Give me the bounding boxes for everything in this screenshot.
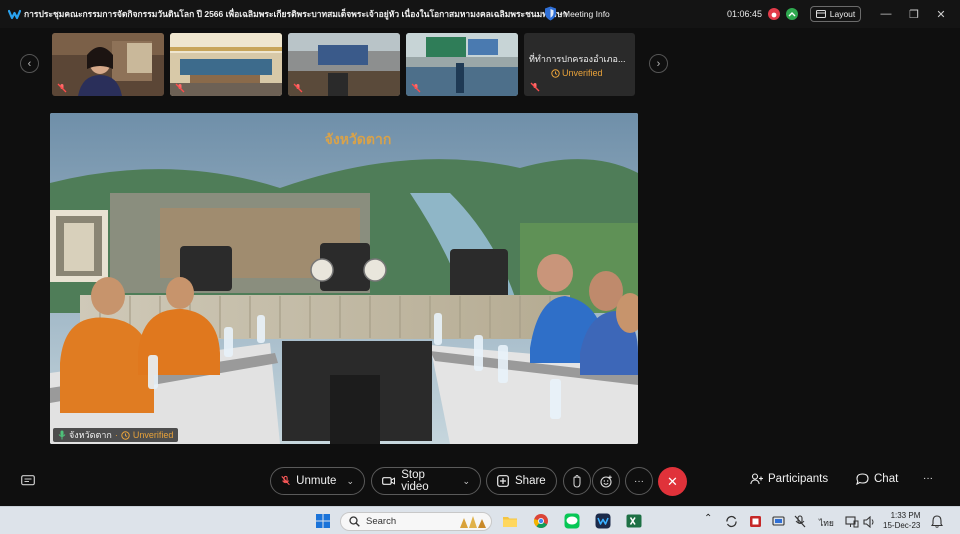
windows-taskbar: Search ⌃ ไทย 1:33 PM 15-Dec-23	[0, 506, 960, 534]
captions-icon[interactable]	[21, 474, 35, 486]
speaker-name: จังหวัดตาก	[69, 430, 112, 440]
sync-icon[interactable]	[725, 515, 738, 528]
close-window-button[interactable]: ✕	[933, 6, 949, 22]
main-video-frame	[50, 113, 638, 444]
video-camera-icon	[382, 477, 396, 485]
line-app-icon[interactable]	[564, 513, 580, 529]
raise-hand-button[interactable]	[563, 467, 591, 495]
raise-hand-icon	[573, 474, 581, 488]
share-label: Share	[515, 475, 546, 487]
unverified-label: Unverified	[562, 68, 603, 78]
participants-icon	[750, 473, 763, 485]
recording-red-icon[interactable]	[768, 8, 780, 20]
muted-mic-icon	[530, 82, 540, 92]
taskbar-search-box[interactable]: Search	[340, 512, 492, 531]
search-icon	[349, 516, 360, 527]
thumbnails-prev-button[interactable]: ‹	[20, 54, 39, 73]
meeting-info-button[interactable]: Meeting Info	[544, 6, 610, 21]
pdf-tray-icon[interactable]	[749, 515, 762, 528]
chat-bubble-icon	[856, 473, 869, 485]
reactions-button[interactable]	[592, 467, 620, 495]
participant-thumbnail[interactable]	[52, 33, 164, 96]
taskbar-search-placeholder: Search	[366, 516, 397, 527]
recording-green-icon[interactable]	[786, 8, 798, 20]
clock-date: 15-Dec-23	[883, 521, 921, 530]
notification-bell-icon[interactable]	[931, 515, 943, 528]
muted-mic-icon	[175, 83, 185, 93]
thumbnails-next-button[interactable]: ›	[649, 54, 668, 73]
file-explorer-icon[interactable]	[502, 513, 518, 529]
leave-meeting-button[interactable]: ✕	[658, 467, 687, 496]
speaker-separator: ·	[114, 430, 118, 440]
layout-icon	[815, 10, 826, 18]
clock-time: 1:33 PM	[890, 511, 921, 520]
stop-video-label: Stop video	[401, 469, 429, 493]
shield-icon	[545, 6, 556, 21]
muted-mic-icon	[281, 475, 290, 486]
unverified-badge: Unverified	[551, 68, 603, 78]
meeting-timer: 01:06:45	[727, 9, 763, 19]
mic-icon	[58, 430, 66, 440]
muted-mic-icon	[57, 83, 67, 93]
maximize-button[interactable]: ❐	[906, 6, 922, 22]
network-icon[interactable]	[845, 516, 859, 528]
chat-button[interactable]: Chat	[856, 473, 898, 485]
share-button[interactable]: Share	[486, 467, 557, 495]
backdrop-province-title: จังหวัดตาก	[324, 132, 392, 148]
share-icon	[497, 475, 509, 487]
muted-mic-icon	[293, 83, 303, 93]
participants-label: Participants	[768, 473, 829, 485]
microphone-muted-tray-icon[interactable]	[794, 515, 806, 528]
participants-button[interactable]: Participants	[750, 473, 828, 485]
meeting-title: การประชุมคณะกรรมการจัดกิจกรรมวันดินโลก ป…	[24, 9, 568, 19]
participant-video	[288, 33, 400, 96]
volume-icon[interactable]	[863, 516, 876, 528]
clock-icon	[551, 68, 560, 78]
chevron-down-icon[interactable]: ⌄	[346, 476, 354, 487]
participant-thumbnail[interactable]	[406, 33, 518, 96]
stop-video-button[interactable]: Stop video ⌄	[371, 467, 481, 495]
main-video-stage[interactable]: จังหวัดตาก จังหวัดตาก · Unverified	[50, 113, 638, 444]
muted-mic-icon	[411, 83, 421, 93]
taskbar-clock[interactable]: 1:33 PM 15-Dec-23	[883, 511, 920, 531]
participant-video	[406, 33, 518, 96]
minimize-button[interactable]: —	[878, 6, 894, 22]
speaker-unverified-label: Unverified	[132, 430, 174, 440]
unmute-label: Unmute	[296, 475, 337, 487]
more-options-button[interactable]: ···	[625, 467, 653, 495]
webex-taskbar-icon[interactable]	[595, 513, 611, 529]
unmute-button[interactable]: Unmute ⌄	[270, 467, 365, 495]
layout-button[interactable]: Layout	[810, 6, 861, 22]
chat-label: Chat	[874, 473, 899, 485]
participant-thumbnail[interactable]	[288, 33, 400, 96]
clock-icon	[121, 430, 130, 440]
chrome-icon[interactable]	[533, 513, 549, 529]
excel-icon[interactable]	[626, 513, 642, 529]
chevron-down-icon[interactable]: ⌄	[462, 476, 470, 487]
active-speaker-tag: จังหวัดตาก · Unverified	[53, 428, 179, 442]
tray-overflow-icon[interactable]: ⌃	[704, 513, 712, 524]
participant-thumbnail[interactable]	[170, 33, 282, 96]
input-language-indicator[interactable]: ไทย	[819, 516, 834, 530]
windows-start-icon[interactable]	[315, 513, 331, 529]
participant-video	[52, 33, 164, 96]
participant-thumbnail-no-video[interactable]: ที่ทำการปกครองอำเภอ... Unverified	[524, 33, 635, 96]
participant-name: ที่ทำการปกครองอำเภอ...	[529, 54, 626, 64]
layout-label: Layout	[829, 9, 856, 19]
participant-video	[170, 33, 282, 96]
display-tray-icon[interactable]	[772, 515, 785, 528]
smiley-icon	[599, 475, 612, 488]
meeting-info-label: Meeting Info	[563, 8, 610, 19]
search-highlight-icon	[460, 515, 486, 528]
overflow-menu-button[interactable]: ···	[923, 473, 933, 484]
webex-logo-icon	[7, 7, 21, 21]
